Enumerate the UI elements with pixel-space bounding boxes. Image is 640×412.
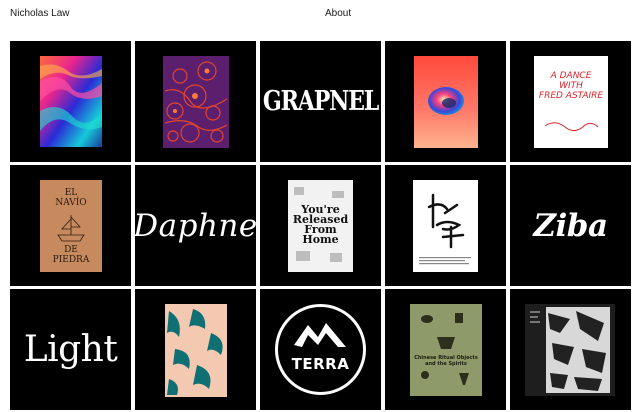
project-tile-purple-pattern[interactable] xyxy=(135,41,256,162)
project-tile-ritual-objects[interactable]: Chinese Ritual Objects and the Spirits xyxy=(385,289,506,410)
light-wordmark: Light xyxy=(23,329,118,370)
project-tile-collage[interactable] xyxy=(510,289,631,410)
gradient-orb-poster-image xyxy=(414,56,478,148)
purple-pattern-poster-image xyxy=(163,56,229,148)
project-tile-light[interactable]: Light xyxy=(10,289,131,410)
ritual-objects-poster-background xyxy=(410,304,482,396)
project-tile-daphne[interactable]: Daphne xyxy=(135,165,256,286)
calligraphy-poster-image xyxy=(413,180,478,272)
released-poster-title: You're Released From Home xyxy=(292,203,349,246)
project-tile-terra[interactable]: TERRA xyxy=(260,289,381,410)
project-tile-ziba[interactable]: Ziba xyxy=(510,165,631,286)
terra-logo-mark xyxy=(275,304,366,395)
project-tile-grapnel[interactable]: GRAPNEL xyxy=(260,41,381,162)
project-tile-gradient-waves[interactable] xyxy=(10,41,131,162)
grapnel-wordmark: GRAPNEL xyxy=(262,86,379,117)
project-tile-brush-pattern[interactable] xyxy=(135,289,256,410)
brush-pattern-poster-image xyxy=(165,304,227,397)
dance-poster-title: A DANCE WITH FRED ASTAIRE xyxy=(538,71,604,101)
project-tile-gradient-orb[interactable] xyxy=(385,41,506,162)
ritual-objects-title: Chinese Ritual Objects and the Spirits xyxy=(414,355,478,367)
site-name-link[interactable]: Nicholas Law xyxy=(10,8,69,19)
gradient-waves-poster-image xyxy=(40,56,102,147)
project-tile-el-navio[interactable]: EL NAVÍO DE PIEDRA xyxy=(10,165,131,286)
daphne-wordmark: Daphne xyxy=(135,207,256,244)
el-navio-title-top: EL NAVÍO xyxy=(55,188,87,208)
project-tile-released-poster[interactable]: You're Released From Home xyxy=(260,165,381,286)
project-grid: GRAPNEL A DANCE WITH FRED ASTAIRE EL NAV… xyxy=(10,41,631,411)
collage-poster-image xyxy=(525,304,615,396)
project-tile-calligraphy[interactable] xyxy=(385,165,506,286)
terra-logo-text: TERRA xyxy=(291,355,350,373)
el-navio-title-bottom: DE PIEDRA xyxy=(52,245,90,265)
project-tile-dance-poster[interactable]: A DANCE WITH FRED ASTAIRE xyxy=(510,41,631,162)
ziba-wordmark: Ziba xyxy=(533,207,608,244)
site-header: Nicholas Law About xyxy=(0,0,640,30)
el-navio-poster-background xyxy=(40,180,102,272)
about-link[interactable]: About xyxy=(325,8,351,19)
dance-poster-background xyxy=(534,56,608,148)
